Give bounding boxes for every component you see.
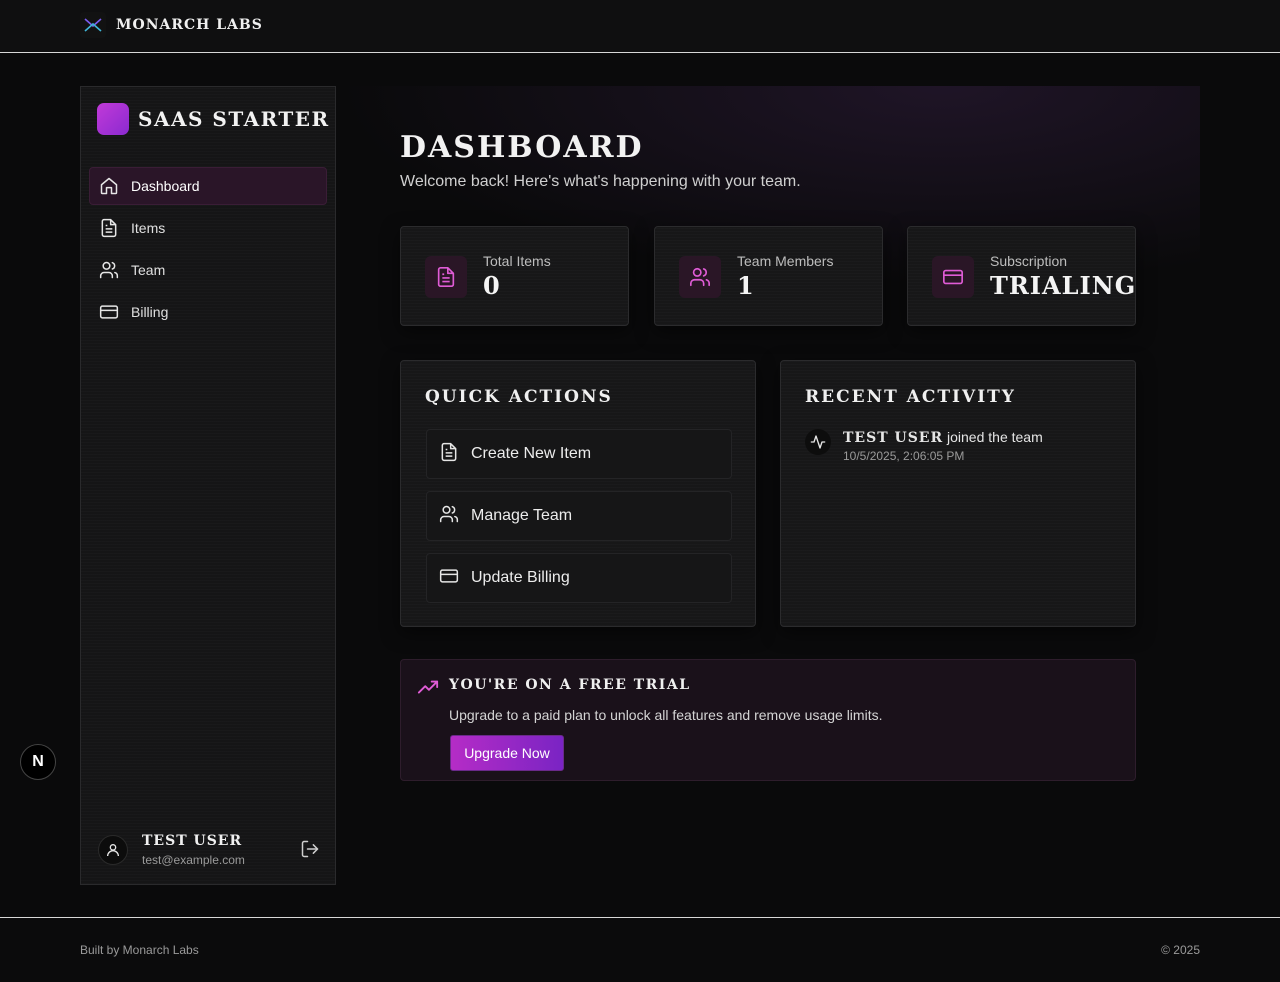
- sidebar-item-label: Team: [131, 262, 166, 278]
- activity-icon: [805, 429, 831, 455]
- stat-label: Subscription: [990, 253, 1068, 269]
- home-icon: [99, 176, 119, 196]
- stat-label: Total Items: [483, 253, 551, 269]
- sidebar-item-label: Billing: [131, 304, 169, 320]
- activity-text: TEST USER joined the team 10/5/2025, 2:0…: [843, 429, 1043, 463]
- quick-action-label: Manage Team: [471, 507, 573, 524]
- sidebar-item-label: Items: [131, 220, 166, 236]
- logout-icon[interactable]: [300, 839, 320, 859]
- update-billing-button[interactable]: Update Billing: [426, 553, 732, 603]
- avatar: [98, 835, 128, 865]
- sidebar-title: SAAS STARTER: [138, 107, 330, 131]
- sidebar-header: SAAS STARTER: [97, 103, 330, 135]
- nextjs-dev-button[interactable]: N: [20, 744, 56, 780]
- free-trial-banner: YOU'RE ON A FREE TRIAL Upgrade to a paid…: [400, 659, 1136, 781]
- trending-up-icon: [417, 677, 439, 704]
- stat-value: 0: [483, 271, 501, 300]
- upgrade-now-button[interactable]: Upgrade Now: [450, 735, 564, 771]
- subscription-status-badge: TRIALING: [990, 271, 1137, 300]
- page-title: DASHBOARD: [400, 130, 644, 165]
- quick-actions-title: QUICK ACTIONS: [425, 387, 613, 407]
- brand-link[interactable]: MONARCH LABS: [80, 12, 263, 38]
- sidebar-nav: Dashboard Items Team Billing: [89, 167, 327, 335]
- create-new-item-button[interactable]: Create New Item: [426, 429, 732, 479]
- sidebar-item-billing[interactable]: Billing: [89, 293, 327, 331]
- manage-team-button[interactable]: Manage Team: [426, 491, 732, 541]
- footer: Built by Monarch Labs © 2025: [0, 917, 1280, 982]
- quick-actions-panel: QUICK ACTIONS Create New Item Manage Tea…: [400, 360, 756, 627]
- activity-action: joined the team: [943, 429, 1043, 445]
- user-profile: TEST USER test@example.com: [98, 833, 320, 867]
- stat-label: Team Members: [737, 253, 834, 269]
- footer-credit: Built by Monarch Labs: [80, 943, 199, 957]
- sidebar-item-items[interactable]: Items: [89, 209, 327, 247]
- document-icon: [439, 442, 459, 467]
- footer-copyright: © 2025: [1161, 943, 1200, 957]
- sidebar-item-label: Dashboard: [131, 178, 200, 194]
- credit-card-icon: [932, 256, 974, 298]
- app-logo-icon: [97, 103, 129, 135]
- credit-card-icon: [99, 302, 119, 322]
- brand-name: MONARCH LABS: [116, 17, 263, 33]
- quick-action-label: Create New Item: [471, 445, 592, 462]
- credit-card-icon: [439, 566, 459, 591]
- activity-timestamp: 10/5/2025, 2:06:05 PM: [843, 449, 965, 463]
- user-name: TEST USER: [142, 833, 243, 849]
- recent-activity-panel: RECENT ACTIVITY TEST USER joined the tea…: [780, 360, 1136, 627]
- document-icon: [425, 256, 467, 298]
- document-icon: [99, 218, 119, 238]
- stat-card-subscription: Subscription TRIALING: [907, 226, 1136, 326]
- user-email: test@example.com: [142, 853, 245, 867]
- stat-card-team-members: Team Members 1: [654, 226, 883, 326]
- top-bar: MONARCH LABS: [0, 0, 1280, 53]
- page-subtitle: Welcome back! Here's what's happening wi…: [400, 173, 801, 190]
- stat-card-total-items: Total Items 0: [400, 226, 629, 326]
- activity-line: TEST USER joined the team: [843, 429, 1043, 446]
- stat-value: 1: [737, 271, 755, 300]
- quick-action-label: Update Billing: [471, 569, 570, 586]
- recent-activity-title: RECENT ACTIVITY: [805, 387, 1016, 407]
- users-icon: [99, 260, 119, 280]
- user-info: TEST USER test@example.com: [142, 833, 245, 867]
- users-icon: [439, 504, 459, 529]
- activity-item: TEST USER joined the team 10/5/2025, 2:0…: [805, 429, 1043, 463]
- sidebar: SAAS STARTER Dashboard Items Team Billin…: [80, 86, 336, 885]
- trial-title: YOU'RE ON A FREE TRIAL: [449, 677, 691, 693]
- sidebar-item-team[interactable]: Team: [89, 251, 327, 289]
- monarch-logo-icon: [80, 12, 106, 38]
- sidebar-item-dashboard[interactable]: Dashboard: [89, 167, 327, 205]
- activity-user: TEST USER: [843, 430, 944, 446]
- trial-description: Upgrade to a paid plan to unlock all fea…: [449, 707, 883, 723]
- users-icon: [679, 256, 721, 298]
